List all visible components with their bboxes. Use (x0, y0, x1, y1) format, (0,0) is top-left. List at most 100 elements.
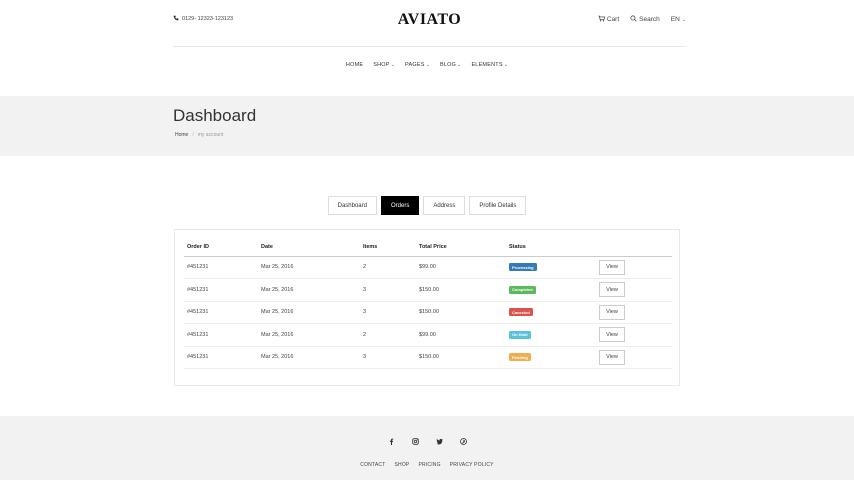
nav-item-blog[interactable]: BLOG ⌄ (440, 62, 461, 68)
cart-label: Cart (606, 16, 620, 23)
table-row: #451231 Mar 25, 2016 3 $150.00 Pending View (184, 346, 672, 369)
footer: CONTACT SHOP PRICING PRIVACY POLICY (0, 416, 854, 480)
page-header: Dashboard Home / my account (0, 96, 854, 156)
status-badge: On Hold (509, 330, 531, 339)
order-id-cell: #451231 (184, 278, 258, 302)
chevron-down-icon: ⌄ (503, 62, 509, 68)
table-header-row: Order ID Date Items Total Price Status (184, 239, 672, 257)
orders-table: Order ID Date Items Total Price Status #… (184, 239, 672, 369)
nav-label: HOME (345, 62, 364, 68)
view-order-button[interactable]: View (599, 349, 625, 365)
twitter-icon[interactable] (434, 436, 444, 446)
items-cell: 3 (360, 346, 416, 369)
action-cell: View (596, 323, 672, 347)
chevron-down-icon: ⌄ (457, 62, 462, 68)
nav-label: BLOG (439, 62, 457, 68)
instagram-icon[interactable] (410, 436, 420, 446)
order-id-cell: #451231 (184, 346, 258, 369)
breadcrumb-current: my account (197, 132, 224, 138)
total-price-cell: $150.00 (416, 346, 506, 369)
view-order-button[interactable]: View (599, 259, 625, 275)
status-badge: Processing (509, 263, 537, 272)
action-cell: View (596, 278, 672, 302)
status-cell: Pending (506, 346, 596, 369)
table-row: #451231 Mar 25, 2016 3 $150.00 Canceled View (184, 301, 672, 324)
total-price-cell: $99.00 (416, 256, 506, 279)
view-order-button[interactable]: View (599, 304, 625, 320)
footer-link-contact[interactable]: CONTACT (360, 462, 385, 468)
order-id-cell: #451231 (184, 301, 258, 324)
order-id-cell: #451231 (184, 323, 258, 347)
nav-item-shop[interactable]: SHOP ⌄ (373, 62, 395, 68)
nav-label: SHOP (373, 62, 390, 68)
items-cell: 2 (360, 256, 416, 279)
view-order-button[interactable]: View (599, 327, 625, 343)
date-cell: Mar 25, 2016 (258, 256, 360, 279)
language-selector[interactable]: EN ⌄ (671, 16, 686, 23)
orders-panel: Order ID Date Items Total Price Status #… (174, 229, 680, 386)
tab-address[interactable]: Address (423, 196, 466, 215)
breadcrumb-separator: / (192, 132, 194, 138)
nav-label: PAGES (405, 62, 425, 68)
social-links (0, 436, 854, 446)
total-price-cell: $150.00 (416, 278, 506, 302)
column-header-status: Status (506, 239, 596, 257)
nav-item-elements[interactable]: ELEMENTS ⌄ (471, 62, 508, 68)
action-cell: View (596, 256, 672, 279)
status-cell: Completed (506, 278, 596, 302)
items-cell: 3 (360, 301, 416, 324)
cart-icon (598, 15, 605, 24)
column-header-action (596, 239, 672, 257)
chevron-down-icon: ⌄ (390, 62, 396, 68)
column-header-order-id: Order ID (184, 239, 258, 257)
date-cell: Mar 25, 2016 (258, 346, 360, 369)
main-nav: HOME SHOP ⌄ PAGES ⌄ BLOG ⌄ ELEMENTS ⌄ (0, 62, 854, 68)
table-row: #451231 Mar 25, 2016 3 $150.00 Completed View (184, 278, 672, 302)
table-row: #451231 Mar 25, 2016 2 $99.00 Processing View (184, 256, 672, 279)
tab-orders[interactable]: Orders (380, 196, 420, 215)
table-row: #451231 Mar 25, 2016 2 $99.00 On Hold View (184, 323, 672, 347)
items-cell: 2 (360, 323, 416, 347)
breadcrumb-home[interactable]: Home (175, 132, 188, 138)
items-cell: 3 (360, 278, 416, 302)
status-badge: Completed (509, 285, 536, 294)
nav-item-home[interactable]: HOME (346, 62, 363, 68)
dashboard-tabs: Dashboard Orders Address Profile Details (0, 196, 854, 215)
search-icon (630, 15, 637, 24)
tab-profile-details[interactable]: Profile Details (469, 196, 527, 215)
search-link[interactable]: Search (630, 15, 660, 24)
footer-link-pricing[interactable]: PRICING (418, 462, 440, 468)
status-badge: Pending (509, 353, 531, 362)
status-cell: Processing (506, 256, 596, 279)
chevron-down-icon: ⌄ (425, 62, 430, 68)
page-title: Dashboard (173, 106, 257, 125)
pinterest-icon[interactable] (458, 436, 468, 446)
tab-dashboard[interactable]: Dashboard (327, 196, 377, 215)
column-header-items: Items (360, 239, 416, 257)
date-cell: Mar 25, 2016 (258, 301, 360, 324)
chevron-down-icon: ⌄ (681, 16, 686, 23)
nav-item-pages[interactable]: PAGES ⌄ (405, 62, 430, 68)
view-order-button[interactable]: View (599, 282, 625, 298)
footer-link-shop[interactable]: SHOP (394, 462, 409, 468)
cart-link[interactable]: Cart (598, 15, 619, 24)
date-cell: Mar 25, 2016 (258, 278, 360, 302)
order-id-cell: #451231 (184, 256, 258, 279)
status-cell: Canceled (506, 301, 596, 324)
action-cell: View (596, 346, 672, 369)
facebook-icon[interactable] (386, 436, 396, 446)
column-header-total-price: Total Price (416, 239, 506, 257)
footer-link-privacy-policy[interactable]: PRIVACY POLICY (450, 462, 494, 468)
footer-links: CONTACT SHOP PRICING PRIVACY POLICY (0, 462, 854, 468)
language-label: EN (670, 16, 680, 23)
status-cell: On Hold (506, 323, 596, 347)
total-price-cell: $99.00 (416, 323, 506, 347)
nav-label: ELEMENTS (471, 62, 503, 68)
status-badge: Canceled (509, 308, 533, 317)
top-bar: 0129- 12323-123123 AVIATO Cart Search EN… (173, 0, 686, 47)
action-cell: View (596, 301, 672, 324)
search-label: Search (639, 16, 660, 23)
total-price-cell: $150.00 (416, 301, 506, 324)
date-cell: Mar 25, 2016 (258, 323, 360, 347)
column-header-date: Date (258, 239, 360, 257)
